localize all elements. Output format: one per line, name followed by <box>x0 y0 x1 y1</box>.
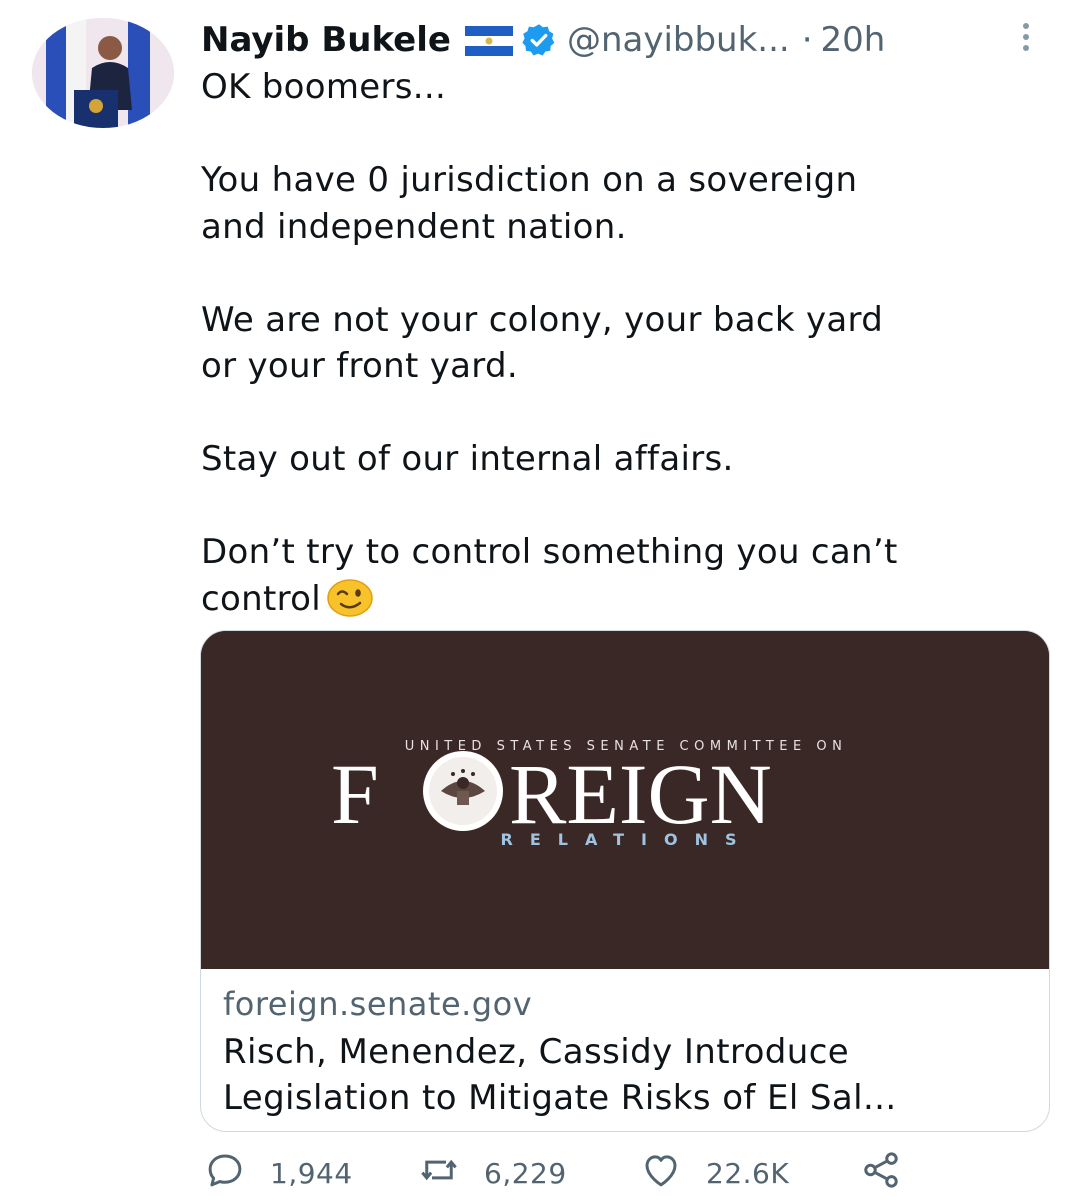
retweet-count: 6,229 <box>484 1156 567 1190</box>
verified-badge-icon <box>521 22 557 58</box>
tweet-header: Nayib Bukele @nayibbuk... · 20h <box>201 16 1051 64</box>
reply-icon <box>204 1149 246 1198</box>
retweet-icon <box>418 1149 460 1198</box>
reply-count: 1,944 <box>270 1156 353 1190</box>
tweet-line: We are not your colony, your back yard <box>201 299 884 340</box>
tweet-line: OK boomers... <box>201 67 447 107</box>
avatar[interactable] <box>32 18 174 128</box>
card-title-line: Legislation to Mitigate Risks of El Sal.… <box>223 1078 897 1118</box>
tweet-line: or your front yard. <box>201 346 518 386</box>
retweet-button[interactable]: 6,229 <box>418 1150 567 1196</box>
card-title-line: Risch, Menendez, Cassidy Introduce <box>223 1032 850 1072</box>
tweet-line-last: control <box>201 576 1051 623</box>
card-image-main-left: F <box>331 746 379 842</box>
winking-face-emoji <box>327 578 373 618</box>
card-domain[interactable]: foreign.senate.gov <box>223 985 532 1023</box>
tweet-text: OK boomers... You have 0 jurisdiction on… <box>201 64 1051 622</box>
tweet-line: and independent nation. <box>201 206 627 247</box>
card-image: UNITED STATES SENATE COMMITTEE ON F REIG… <box>201 631 1049 969</box>
like-count: 22.6K <box>706 1156 790 1190</box>
tweet-line: Don’t try to control something you can’t <box>201 532 898 572</box>
el-salvador-flag-icon <box>464 25 513 56</box>
card-image-bottom-text: RELATIONS <box>501 830 754 849</box>
more-options-icon[interactable] <box>1016 20 1036 56</box>
share-icon <box>860 1149 902 1198</box>
card-image-main-right: REIGN <box>509 746 772 842</box>
tweet-line: control <box>201 578 321 619</box>
header-separator: · <box>801 20 813 60</box>
tweet-timestamp[interactable]: 20h <box>821 20 886 60</box>
card-title[interactable]: Risch, Menendez, Cassidy Introduce Legis… <box>223 1029 1033 1121</box>
like-button[interactable]: 22.6K <box>640 1150 789 1196</box>
tweet-line: You have 0 jurisdiction on a sovereign <box>201 160 858 200</box>
reply-button[interactable]: 1,944 <box>204 1150 353 1196</box>
link-card[interactable]: UNITED STATES SENATE COMMITTEE ON F REIG… <box>200 630 1050 1132</box>
like-icon <box>640 1149 682 1198</box>
author-name[interactable]: Nayib Bukele <box>201 20 451 60</box>
tweet-line: Stay out of our internal affairs. <box>201 439 734 479</box>
share-button[interactable] <box>860 1150 902 1196</box>
author-handle[interactable]: @nayibbuk... <box>567 20 790 60</box>
tweet-actions: 1,944 6,229 22.6K <box>204 1150 1044 1196</box>
